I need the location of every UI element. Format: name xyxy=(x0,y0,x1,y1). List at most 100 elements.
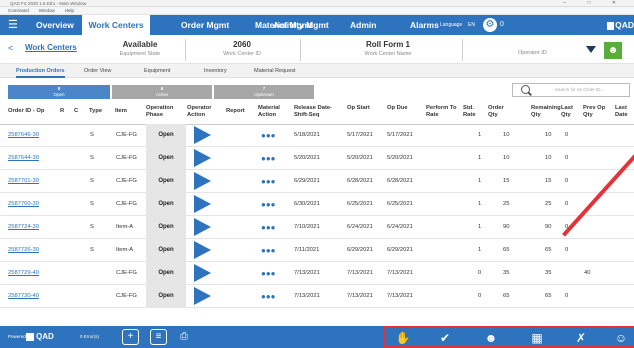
filter-upstream[interactable]: 7 Upstream xyxy=(214,85,314,99)
window-controls[interactable]: – □ ✕ xyxy=(563,0,626,7)
person-icon[interactable]: ☺ xyxy=(612,330,630,346)
nav-work-centers[interactable]: Work Centers xyxy=(82,15,150,35)
cell-release: 5/20/2021 xyxy=(294,155,320,161)
col-std-rate[interactable]: Std. Rate xyxy=(463,105,483,119)
more-actions-icon[interactable]: ●●● xyxy=(261,262,276,285)
col-type[interactable]: Type xyxy=(89,108,102,115)
col-order-qty[interactable]: Order Qty xyxy=(488,105,510,119)
tab-material-request[interactable]: Material Request xyxy=(254,64,296,78)
more-actions-icon[interactable]: ●●● xyxy=(261,285,276,308)
col-release-date[interactable]: Release Date-Shift-Seq xyxy=(294,105,342,119)
cell-order[interactable]: 2587729-40 xyxy=(8,262,39,285)
operation-phase-badge: Open xyxy=(146,124,186,147)
more-actions-icon[interactable]: ●●● xyxy=(261,124,276,147)
cell-order[interactable]: 2587701-30 xyxy=(8,170,39,193)
play-icon[interactable] xyxy=(194,241,211,259)
cell-order[interactable]: 2587646-30 xyxy=(8,124,39,147)
cell-order[interactable]: 2587726-30 xyxy=(8,239,39,262)
table-row[interactable]: 2587700-30 S CJE-FG 6/30/2021 6/25/2021 6/25/… xyxy=(0,193,634,216)
nav-alarms[interactable]: Alarms xyxy=(410,15,439,35)
nav-overview[interactable]: Overview xyxy=(36,15,74,35)
more-actions-icon[interactable]: ●●● xyxy=(261,170,276,193)
col-prev-op-qty[interactable]: Prev Op Qty xyxy=(583,105,609,119)
play-icon[interactable] xyxy=(194,287,211,305)
cell-order[interactable]: 2587700-30 xyxy=(8,193,39,216)
nav-activity-mgmt[interactable]: Activity Mgmt xyxy=(273,15,329,35)
col-operation-phase[interactable]: Operation Phase xyxy=(146,105,186,119)
cell-due: 6/25/2021 xyxy=(387,201,413,207)
col-operator-action[interactable]: Operator Action xyxy=(187,105,219,119)
tab-equipment[interactable]: Equipment xyxy=(144,64,170,78)
cell-type: S xyxy=(90,155,94,161)
tab-production-orders[interactable]: Production Orders xyxy=(16,64,65,78)
equipment-state: Available Equipment State xyxy=(110,40,170,57)
col-order-id[interactable]: Order ID - Op xyxy=(8,108,44,115)
table-row[interactable]: 2587646-30 S CJE-FG 5/18/2021 5/17/2021 5/17/… xyxy=(0,124,634,147)
cell-qty: 10 xyxy=(503,132,510,138)
table-row[interactable]: 2587701-30 S CJE-FG 6/29/2021 6/28/2021 6/28/… xyxy=(0,170,634,193)
col-perform-to-rate[interactable]: Perform To Rate xyxy=(426,105,460,119)
window-titlebar: QAD FS 2020 1.5 EE1 - Main Window – □ ✕ xyxy=(0,0,634,7)
play-icon[interactable] xyxy=(194,172,211,190)
wrench-icon[interactable]: ✗ xyxy=(572,330,590,346)
menu-help[interactable]: Help xyxy=(65,7,74,15)
table-row[interactable]: 2587724-30 S Item-A 7/10/2021 6/24/2021 6/24/… xyxy=(0,216,634,239)
gear-icon[interactable]: ⚙ xyxy=(483,18,497,32)
table-row[interactable]: 2587729-40 CJE-FG 7/13/2021 7/13/2021 7/13/2… xyxy=(0,262,634,285)
nav-admin[interactable]: Admin xyxy=(350,15,376,35)
printer-icon[interactable]: ⎙ xyxy=(180,331,188,342)
language-select[interactable]: EN xyxy=(468,15,475,35)
grid-icon[interactable]: ▦ xyxy=(528,330,546,346)
col-report[interactable]: Report xyxy=(226,108,245,115)
menu-window[interactable]: Window xyxy=(39,7,55,15)
col-item[interactable]: Item xyxy=(115,108,127,115)
cell-order[interactable]: 2587724-30 xyxy=(8,216,39,239)
tab-inventory[interactable]: Inventory xyxy=(204,64,227,78)
col-c[interactable]: C xyxy=(74,108,78,115)
alarm-count: 0 xyxy=(500,21,504,28)
more-actions-icon[interactable]: ●●● xyxy=(261,216,276,239)
search-icon[interactable] xyxy=(521,85,530,94)
list-icon[interactable]: ≡ xyxy=(150,329,167,345)
menu-command[interactable]: Command xyxy=(8,7,29,15)
scanner-icon[interactable]: ✋ xyxy=(394,330,412,346)
col-material-action[interactable]: Material Action xyxy=(258,105,292,119)
more-actions-icon[interactable]: ●●● xyxy=(261,193,276,216)
user-icon[interactable]: ☻ xyxy=(482,330,500,346)
col-r[interactable]: R xyxy=(60,108,64,115)
operation-phase-badge: Open xyxy=(146,216,186,239)
tab-order-view[interactable]: Order View xyxy=(84,64,111,78)
play-icon[interactable] xyxy=(194,195,211,213)
col-last-date[interactable]: Last Date xyxy=(615,105,634,119)
work-centers-link[interactable]: Work Centers xyxy=(25,43,77,52)
more-actions-icon[interactable]: ●●● xyxy=(261,239,276,262)
table-row[interactable]: 2587644-30 S CJE-FG 5/20/2021 5/20/2021 5/20/… xyxy=(0,147,634,170)
play-icon[interactable] xyxy=(194,264,211,282)
table-header: Order ID - Op R C Type Item Operation Ph… xyxy=(0,101,634,125)
more-actions-icon[interactable]: ●●● xyxy=(261,147,276,170)
filter-active[interactable]: 6 Active xyxy=(112,85,212,99)
add-icon[interactable]: + xyxy=(122,329,139,345)
table-row[interactable]: 2587730-40 CJE-FG 7/13/2021 7/13/2021 7/13/2… xyxy=(0,285,634,308)
col-op-start[interactable]: Op Start xyxy=(347,105,371,112)
play-icon[interactable] xyxy=(194,149,211,167)
col-last-qty[interactable]: Last Qty xyxy=(561,105,581,119)
play-icon[interactable] xyxy=(194,218,211,236)
menu-icon[interactable]: ☰ xyxy=(8,19,22,31)
filter-open[interactable]: 8 Open xyxy=(8,85,110,99)
nav-order-mgmt[interactable]: Order Mgmt xyxy=(181,15,229,35)
cell-prev: 40 xyxy=(584,270,591,276)
table-row[interactable]: 2587726-30 S Item-A 7/11/2021 6/29/2021 6/29/… xyxy=(0,239,634,262)
play-icon[interactable] xyxy=(194,126,211,144)
cell-order[interactable]: 2587730-40 xyxy=(8,285,39,308)
sub-tabs: Production Orders Order View Equipment I… xyxy=(0,64,634,78)
check-icon[interactable]: ✔ xyxy=(436,330,454,346)
back-button[interactable]: < xyxy=(8,43,13,53)
error-count[interactable]: 0 Error(s) xyxy=(80,326,99,348)
cell-start: 6/28/2021 xyxy=(347,178,373,184)
operator-dropdown-icon[interactable] xyxy=(586,46,596,53)
col-op-due[interactable]: Op Due xyxy=(387,105,411,112)
cell-start: 5/20/2021 xyxy=(347,155,373,161)
operator-login-button[interactable]: ☻ xyxy=(604,42,622,59)
cell-order[interactable]: 2587644-30 xyxy=(8,147,39,170)
